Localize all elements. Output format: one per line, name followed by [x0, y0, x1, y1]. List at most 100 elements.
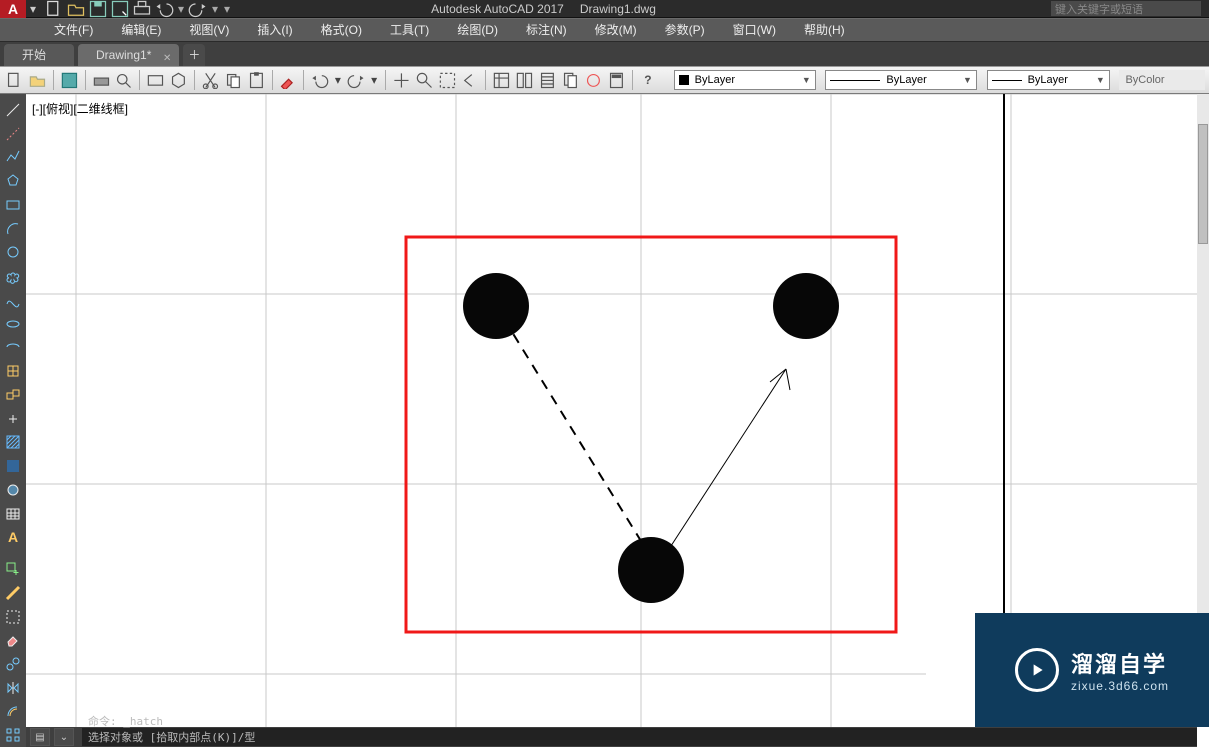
- design-center-icon[interactable]: [514, 69, 535, 91]
- properties-icon[interactable]: [491, 69, 512, 91]
- plot-style-combo[interactable]: ByColor: [1119, 70, 1205, 90]
- undo-dropdown-icon[interactable]: ▾: [176, 1, 186, 17]
- line-icon[interactable]: [2, 99, 24, 121]
- ellipse-arc-icon[interactable]: [2, 337, 24, 359]
- plot-icon[interactable]: [132, 1, 152, 17]
- tab-drawing1[interactable]: Drawing1* ✕: [78, 44, 179, 66]
- tab-new[interactable]: ＋: [183, 44, 205, 66]
- region-icon[interactable]: [2, 479, 24, 501]
- preview-icon[interactable]: [113, 69, 134, 91]
- selectall-icon[interactable]: [2, 606, 24, 628]
- new-icon[interactable]: [44, 1, 64, 17]
- infocenter-search-input[interactable]: 键入关键字或短语: [1051, 1, 1201, 16]
- make-block-icon[interactable]: [2, 384, 24, 406]
- command-line[interactable]: 命令: _hatch 选择对象或 [拾取内部点(K)]/型: [82, 728, 1197, 746]
- construction-line-icon[interactable]: [2, 123, 24, 145]
- menu-draw[interactable]: 绘图(D): [443, 18, 512, 42]
- app-logo[interactable]: A: [0, 0, 26, 18]
- combo-value: ByLayer: [1028, 74, 1068, 86]
- menu-window[interactable]: 窗口(W): [719, 18, 790, 42]
- lineweight-combo[interactable]: ByLayer ▼: [987, 70, 1110, 90]
- viewport-label[interactable]: [-][俯视][二维线框]: [32, 100, 128, 117]
- table-icon[interactable]: [2, 503, 24, 525]
- plot-icon[interactable]: [91, 69, 112, 91]
- undo-icon[interactable]: [309, 69, 330, 91]
- addselected-icon[interactable]: [2, 558, 24, 580]
- undo-dropdown-icon[interactable]: ▾: [332, 69, 343, 91]
- multiline-text-icon[interactable]: A: [2, 527, 24, 549]
- polyline-icon[interactable]: [2, 147, 24, 169]
- qat-customize-icon[interactable]: ▾: [222, 1, 232, 17]
- zoom-icon[interactable]: [414, 69, 435, 91]
- layout-menu-icon[interactable]: ▤: [30, 728, 50, 746]
- zoom-window-icon[interactable]: [437, 69, 458, 91]
- hatch-icon[interactable]: [2, 432, 24, 454]
- menu-edit[interactable]: 编辑(E): [107, 18, 175, 42]
- measure-icon[interactable]: [2, 582, 24, 604]
- layer-color-combo[interactable]: ByLayer ▼: [674, 70, 816, 90]
- color-swatch: [679, 75, 689, 85]
- file-name: Drawing1.dwg: [580, 2, 656, 16]
- quickcalc-icon[interactable]: [606, 69, 627, 91]
- chevron-down-icon: ▼: [1096, 75, 1105, 85]
- paste-icon[interactable]: [246, 69, 267, 91]
- erase-icon[interactable]: [2, 629, 24, 651]
- menu-tools[interactable]: 工具(T): [376, 18, 443, 42]
- sheet-set-icon[interactable]: [560, 69, 581, 91]
- rectangle-icon[interactable]: [2, 194, 24, 216]
- scrollbar-thumb[interactable]: [1198, 124, 1208, 244]
- zoom-previous-icon[interactable]: [459, 69, 480, 91]
- tool-palettes-icon[interactable]: [537, 69, 558, 91]
- separator: [53, 70, 54, 90]
- markup-icon[interactable]: [583, 69, 604, 91]
- revision-cloud-icon[interactable]: [2, 265, 24, 287]
- menu-help[interactable]: 帮助(H): [790, 18, 859, 42]
- save-icon[interactable]: [59, 69, 80, 91]
- pan-icon[interactable]: [391, 69, 412, 91]
- undo-icon[interactable]: [154, 1, 174, 17]
- new-icon[interactable]: [4, 69, 25, 91]
- publish-icon[interactable]: [145, 69, 166, 91]
- save-icon[interactable]: [88, 1, 108, 17]
- spline-icon[interactable]: [2, 289, 24, 311]
- gradient-icon[interactable]: [2, 455, 24, 477]
- menu-file[interactable]: 文件(F): [40, 18, 107, 42]
- menu-dimension[interactable]: 标注(N): [512, 18, 581, 42]
- saveas-icon[interactable]: [110, 1, 130, 17]
- help-icon[interactable]: ?: [637, 69, 658, 91]
- ellipse-icon[interactable]: [2, 313, 24, 335]
- insert-block-icon[interactable]: [2, 360, 24, 382]
- polygon-icon[interactable]: [2, 170, 24, 192]
- offset-icon[interactable]: [2, 701, 24, 723]
- tab-start[interactable]: 开始: [4, 44, 74, 66]
- mirror-icon[interactable]: [2, 677, 24, 699]
- arc-icon[interactable]: [2, 218, 24, 240]
- copy-icon[interactable]: [223, 69, 244, 91]
- open-icon[interactable]: [66, 1, 86, 17]
- menu-insert[interactable]: 插入(I): [243, 18, 306, 42]
- circle-icon[interactable]: [2, 242, 24, 264]
- app-logo-letter: A: [8, 1, 18, 17]
- match-properties-icon[interactable]: [277, 69, 298, 91]
- menu-parametric[interactable]: 参数(P): [651, 18, 719, 42]
- tab-label: Drawing1*: [96, 48, 151, 62]
- redo-dropdown-icon[interactable]: ▾: [210, 1, 220, 17]
- close-icon[interactable]: ✕: [163, 48, 171, 70]
- menu-view[interactable]: 视图(V): [175, 18, 243, 42]
- 3ddwf-icon[interactable]: [168, 69, 189, 91]
- play-icon: [1015, 648, 1059, 692]
- point-icon[interactable]: [2, 408, 24, 430]
- array-icon[interactable]: [2, 724, 24, 746]
- app-menu-dropdown-icon[interactable]: ▾: [26, 2, 40, 16]
- redo-icon[interactable]: [346, 69, 367, 91]
- redo-icon[interactable]: [188, 1, 208, 17]
- modify-copy-icon[interactable]: [2, 653, 24, 675]
- cut-icon[interactable]: [200, 69, 221, 91]
- open-icon[interactable]: [27, 69, 48, 91]
- menu-format[interactable]: 格式(O): [307, 18, 376, 42]
- combo-value: ByLayer: [886, 74, 926, 86]
- layout-expand-icon[interactable]: ⌄: [54, 728, 74, 746]
- linetype-combo[interactable]: ByLayer ▼: [825, 70, 977, 90]
- menu-modify[interactable]: 修改(M): [581, 18, 651, 42]
- redo-dropdown-icon[interactable]: ▾: [368, 69, 379, 91]
